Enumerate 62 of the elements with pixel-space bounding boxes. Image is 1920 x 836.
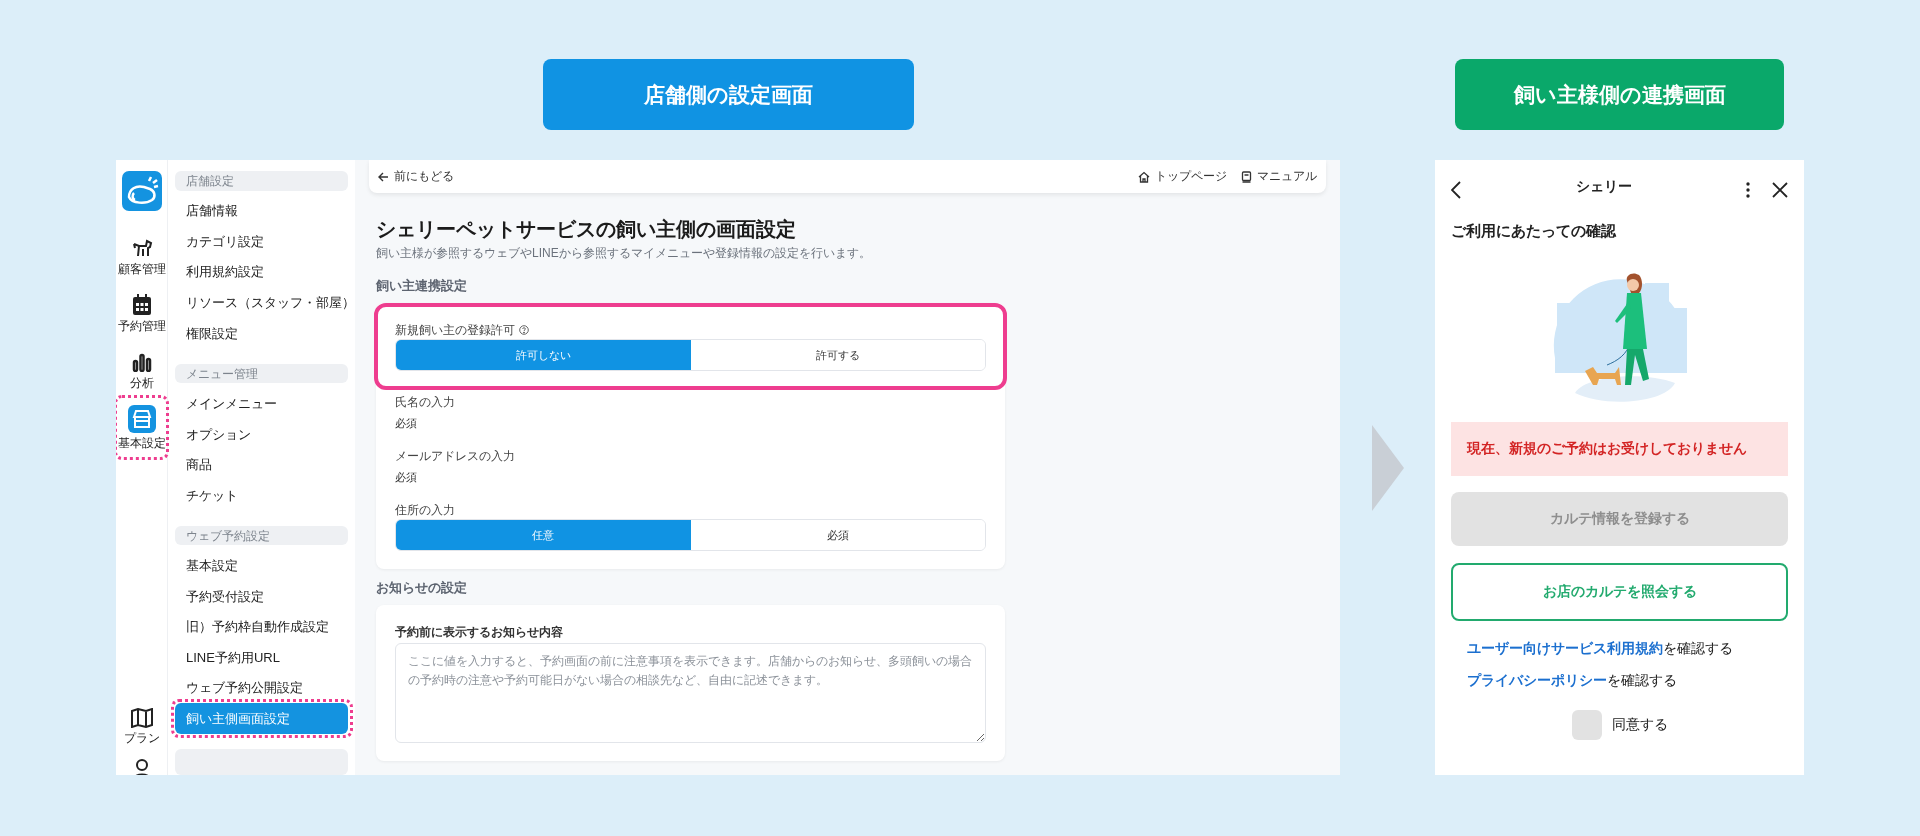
field-label: 予約前に表示するお知らせ内容 <box>395 625 563 639</box>
menu-group-header: メニュー管理 <box>175 363 348 384</box>
warning-alert: 現在、新規のご予約はお受けしておりません <box>1451 422 1788 476</box>
rail-item[interactable]: 顧客管理 <box>116 228 167 285</box>
policy-link[interactable]: ユーザー向けサービス利用規約 <box>1467 641 1663 656</box>
menu-item[interactable]: オプション <box>175 418 348 450</box>
policy-sentence: ユーザー向けサービス利用規約を確認する <box>1466 640 1734 658</box>
map-icon <box>130 707 153 728</box>
rail-item[interactable]: 予約管理 <box>116 285 167 342</box>
book-icon <box>1241 170 1252 183</box>
next-arrow-icon <box>1371 424 1404 511</box>
field-label: 住所の入力 <box>395 503 455 517</box>
menu-item[interactable]: 利用規約設定 <box>175 256 348 288</box>
menu-item[interactable]: リソース（スタッフ・部屋） <box>175 287 348 319</box>
menu-item[interactable]: 旧）予約枠自動作成設定 <box>175 611 348 643</box>
store-icon <box>131 409 152 429</box>
calendar-icon <box>131 294 152 316</box>
screen-heading: ご利用にあたっての確認 <box>1450 221 1617 241</box>
menu-item[interactable]: 店舗情報 <box>175 195 348 227</box>
top-bar-link[interactable]: トップページ <box>1138 167 1227 186</box>
rail-item[interactable]: 基本設定 <box>116 399 167 456</box>
help-icon[interactable] <box>519 325 529 335</box>
menu-group-header: ウェブ予約設定 <box>175 525 348 546</box>
field-label: 新規飼い主の登録許可 <box>395 323 515 337</box>
close-icon[interactable] <box>1772 182 1788 198</box>
page-description: 飼い主様が参照するウェブやLINEから参照するマイメニューや登録情報の設定を行います。 <box>376 246 872 261</box>
rail-item[interactable]: 分析 <box>116 342 167 399</box>
field-label: 氏名の入力 <box>395 395 455 409</box>
menu-item[interactable]: LINE予約用URL <box>175 642 348 673</box>
menu-item[interactable]: 基本設定 <box>175 550 348 582</box>
menu-item[interactable]: チケット <box>175 480 348 511</box>
menu-item[interactable]: カテゴリ設定 <box>175 226 348 257</box>
section-title: お知らせの設定 <box>376 579 468 597</box>
more-icon[interactable] <box>1746 182 1750 198</box>
app-logo[interactable] <box>121 171 162 211</box>
field-value: 必須 <box>395 470 418 484</box>
menu-item[interactable]: メインメニュー <box>175 388 348 419</box>
agree-label: 同意する <box>1611 715 1668 734</box>
field-label: メールアドレスの入力 <box>395 449 515 463</box>
menu-item[interactable]: 予約受付設定 <box>175 581 348 612</box>
section-title: 飼い主連携設定 <box>376 277 468 295</box>
bar-chart-icon <box>131 352 152 372</box>
dog-icon <box>130 237 153 259</box>
menu-item[interactable]: ウェブ予約公開設定 <box>175 672 348 704</box>
home-icon <box>1138 170 1150 183</box>
screen-title: シェリー <box>1574 176 1633 196</box>
menu-item[interactable]: 権限設定 <box>175 318 348 349</box>
field-value: 必須 <box>395 416 418 430</box>
agree-checkbox[interactable] <box>1571 710 1602 740</box>
policy-sentence: プライバシーポリシーを確認する <box>1466 672 1678 690</box>
menu-item[interactable]: 商品 <box>175 449 348 481</box>
back-link[interactable]: 前にもどる <box>378 167 454 186</box>
back-chevron-icon[interactable] <box>1451 181 1461 199</box>
section-heading: 飼い主様側の連携画面 <box>1455 59 1784 130</box>
policy-link[interactable]: プライバシーポリシー <box>1467 673 1607 688</box>
notice-textarea[interactable]: ここに値を入力すると、予約画面の前に注意事項を表示できます。店舗からのお知らせ、多頭飼いの場合の予約時の注意や予約可能日がない場合の相談先など、自由に記述できます。 <box>395 643 986 743</box>
top-bar-link[interactable]: マニュアル <box>1241 167 1317 186</box>
section-heading: 店舗側の設定画面 <box>542 59 914 130</box>
menu-group-header: 店舗設定 <box>175 171 348 191</box>
arrow-left-icon <box>378 171 389 182</box>
rail-item[interactable]: プラン <box>123 704 160 748</box>
page-title: シェリーペットサービスの飼い主側の画面設定 <box>376 217 797 241</box>
